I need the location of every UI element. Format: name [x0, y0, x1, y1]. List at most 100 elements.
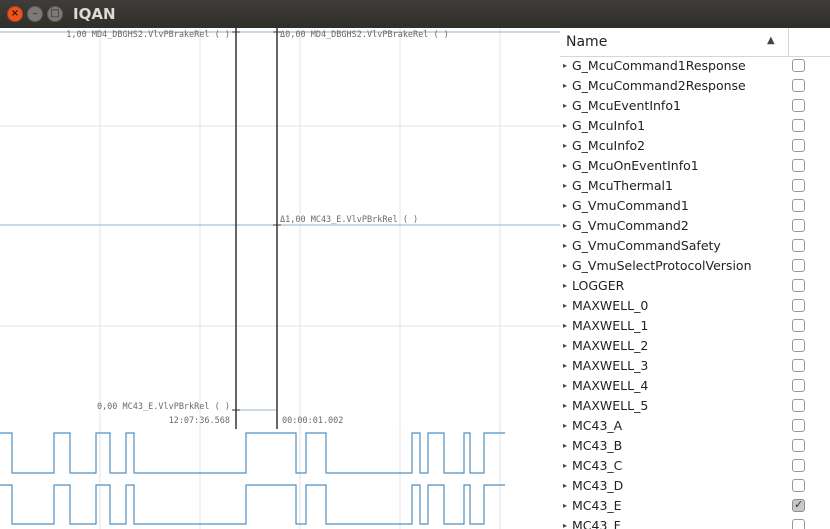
signal-checkbox[interactable]	[792, 99, 805, 112]
signal-checkbox[interactable]	[792, 439, 805, 452]
signal-name: G_McuInfo1	[572, 118, 646, 133]
signal-checkbox[interactable]	[792, 359, 805, 372]
signal-name: MAXWELL_0	[572, 298, 649, 313]
list-item[interactable]: ▸ MAXWELL_5	[560, 396, 830, 416]
list-item[interactable]: ▸ MC43_E ✓	[560, 496, 830, 516]
expand-arrow-icon[interactable]: ▸	[563, 281, 567, 290]
minimize-window-button[interactable]: –	[27, 6, 43, 22]
close-window-button[interactable]: ×	[7, 6, 23, 22]
list-item[interactable]: ▸ G_McuInfo2	[560, 136, 830, 156]
signal-checkbox[interactable]	[792, 319, 805, 332]
signal-name: MC43_B	[572, 438, 623, 453]
sort-ascending-icon[interactable]: ▲	[767, 35, 775, 46]
signal-checkbox[interactable]	[792, 479, 805, 492]
list-item[interactable]: ▸ MAXWELL_0	[560, 296, 830, 316]
signal-name: MC43_E	[572, 498, 622, 513]
list-item[interactable]: ▸ G_McuEventInfo1	[560, 96, 830, 116]
signal-checkbox[interactable]	[792, 179, 805, 192]
list-item[interactable]: ▸ MAXWELL_1	[560, 316, 830, 336]
expand-arrow-icon[interactable]: ▸	[563, 441, 567, 450]
signal-checkbox[interactable]	[792, 119, 805, 132]
signal-checkbox[interactable]	[792, 139, 805, 152]
signal-checkbox[interactable]	[792, 239, 805, 252]
list-item[interactable]: ▸ MAXWELL_4	[560, 376, 830, 396]
signal-name: G_VmuCommandSafety	[572, 238, 721, 253]
expand-arrow-icon[interactable]: ▸	[563, 161, 567, 170]
signal-checkbox[interactable]	[792, 519, 805, 529]
expand-arrow-icon[interactable]: ▸	[563, 481, 567, 490]
signal-name: G_McuInfo2	[572, 138, 646, 153]
signal-name: G_McuCommand1Response	[572, 58, 746, 73]
signal-checkbox[interactable]	[792, 339, 805, 352]
signal-checkbox[interactable]	[792, 379, 805, 392]
list-item[interactable]: ▸ G_VmuCommand2	[560, 216, 830, 236]
signal-name: MC43_C	[572, 458, 623, 473]
signal-name: G_VmuCommand1	[572, 198, 689, 213]
list-item[interactable]: ▸ G_McuInfo1	[560, 116, 830, 136]
signal-name: G_VmuSelectProtocolVersion	[572, 258, 752, 273]
signal-checkbox[interactable]	[792, 399, 805, 412]
list-item[interactable]: ▸ G_McuCommand1Response	[560, 56, 830, 76]
expand-arrow-icon[interactable]: ▸	[563, 201, 567, 210]
expand-arrow-icon[interactable]: ▸	[563, 401, 567, 410]
list-item[interactable]: ▸ MAXWELL_2	[560, 336, 830, 356]
expand-arrow-icon[interactable]: ▸	[563, 61, 567, 70]
expand-arrow-icon[interactable]: ▸	[563, 501, 567, 510]
expand-arrow-icon[interactable]: ▸	[563, 361, 567, 370]
expand-arrow-icon[interactable]: ▸	[563, 101, 567, 110]
expand-arrow-icon[interactable]: ▸	[563, 341, 567, 350]
expand-arrow-icon[interactable]: ▸	[563, 461, 567, 470]
list-item[interactable]: ▸ MC43_D	[560, 476, 830, 496]
signal-checkbox[interactable]	[792, 459, 805, 472]
expand-arrow-icon[interactable]: ▸	[563, 521, 567, 529]
maximize-window-button[interactable]: □	[47, 6, 63, 22]
waveform-grid	[99, 429, 501, 529]
expand-arrow-icon[interactable]: ▸	[563, 141, 567, 150]
expand-arrow-icon[interactable]: ▸	[563, 121, 567, 130]
expand-arrow-icon[interactable]: ▸	[563, 81, 567, 90]
grid	[0, 28, 560, 429]
signal-checkbox[interactable]	[792, 279, 805, 292]
signal-checkbox[interactable]	[792, 159, 805, 172]
signal-name: G_McuEventInfo1	[572, 98, 681, 113]
signal-checkbox[interactable]: ✓	[792, 498, 805, 512]
window-title: IQAN	[73, 5, 116, 23]
expand-arrow-icon[interactable]: ▸	[563, 261, 567, 270]
expand-arrow-icon[interactable]: ▸	[563, 241, 567, 250]
list-item[interactable]: ▸ G_VmuCommand1	[560, 196, 830, 216]
signal-checkbox[interactable]	[792, 419, 805, 432]
expand-arrow-icon[interactable]: ▸	[563, 181, 567, 190]
expand-arrow-icon[interactable]: ▸	[563, 221, 567, 230]
list-item[interactable]: ▸ MC43_A	[560, 416, 830, 436]
list-item[interactable]: ▸ MC43_B	[560, 436, 830, 456]
label-top-left: 1,00 MD4_DBGHS2.VlvPBrakeRel ( )	[66, 30, 230, 40]
signal-checkbox[interactable]	[792, 299, 805, 312]
expand-arrow-icon[interactable]: ▸	[563, 381, 567, 390]
list-item[interactable]: ▸ LOGGER	[560, 276, 830, 296]
expand-arrow-icon[interactable]: ▸	[563, 421, 567, 430]
list-item[interactable]: ▸ G_VmuCommandSafety	[560, 236, 830, 256]
signal-checkbox[interactable]	[792, 79, 805, 92]
list-item[interactable]: ▸ G_McuOnEventInfo1	[560, 156, 830, 176]
signal-plot[interactable]: 1,00 MD4_DBGHS2.VlvPBrakeRel ( ) Δ0,00 M…	[0, 28, 560, 429]
signal-name: G_McuThermal1	[572, 178, 673, 193]
list-item[interactable]: ▸ MC43_C	[560, 456, 830, 476]
list-item[interactable]: ▸ G_VmuSelectProtocolVersion	[560, 256, 830, 276]
signal-checkbox[interactable]	[792, 59, 805, 72]
expand-arrow-icon[interactable]: ▸	[563, 321, 567, 330]
list-item[interactable]: ▸ G_McuCommand2Response	[560, 76, 830, 96]
signal-name: LOGGER	[572, 278, 625, 293]
list-item[interactable]: ▸ G_McuThermal1	[560, 176, 830, 196]
expand-arrow-icon[interactable]: ▸	[563, 301, 567, 310]
signal-name: G_McuOnEventInfo1	[572, 158, 699, 173]
signal-checkbox[interactable]	[792, 219, 805, 232]
signal-checkbox[interactable]	[792, 199, 805, 212]
list-header[interactable]: Name ▲	[560, 28, 830, 57]
label-top-right: Δ0,00 MD4_DBGHS2.VlvPBrakeRel ( )	[280, 30, 449, 40]
name-column-header[interactable]: Name	[566, 34, 607, 50]
signal-name: MC43_A	[572, 418, 623, 433]
list-item[interactable]: ▸ MC43_F	[560, 516, 830, 529]
list-item[interactable]: ▸ MAXWELL_3	[560, 356, 830, 376]
signal-name: MAXWELL_3	[572, 358, 649, 373]
signal-checkbox[interactable]	[792, 259, 805, 272]
